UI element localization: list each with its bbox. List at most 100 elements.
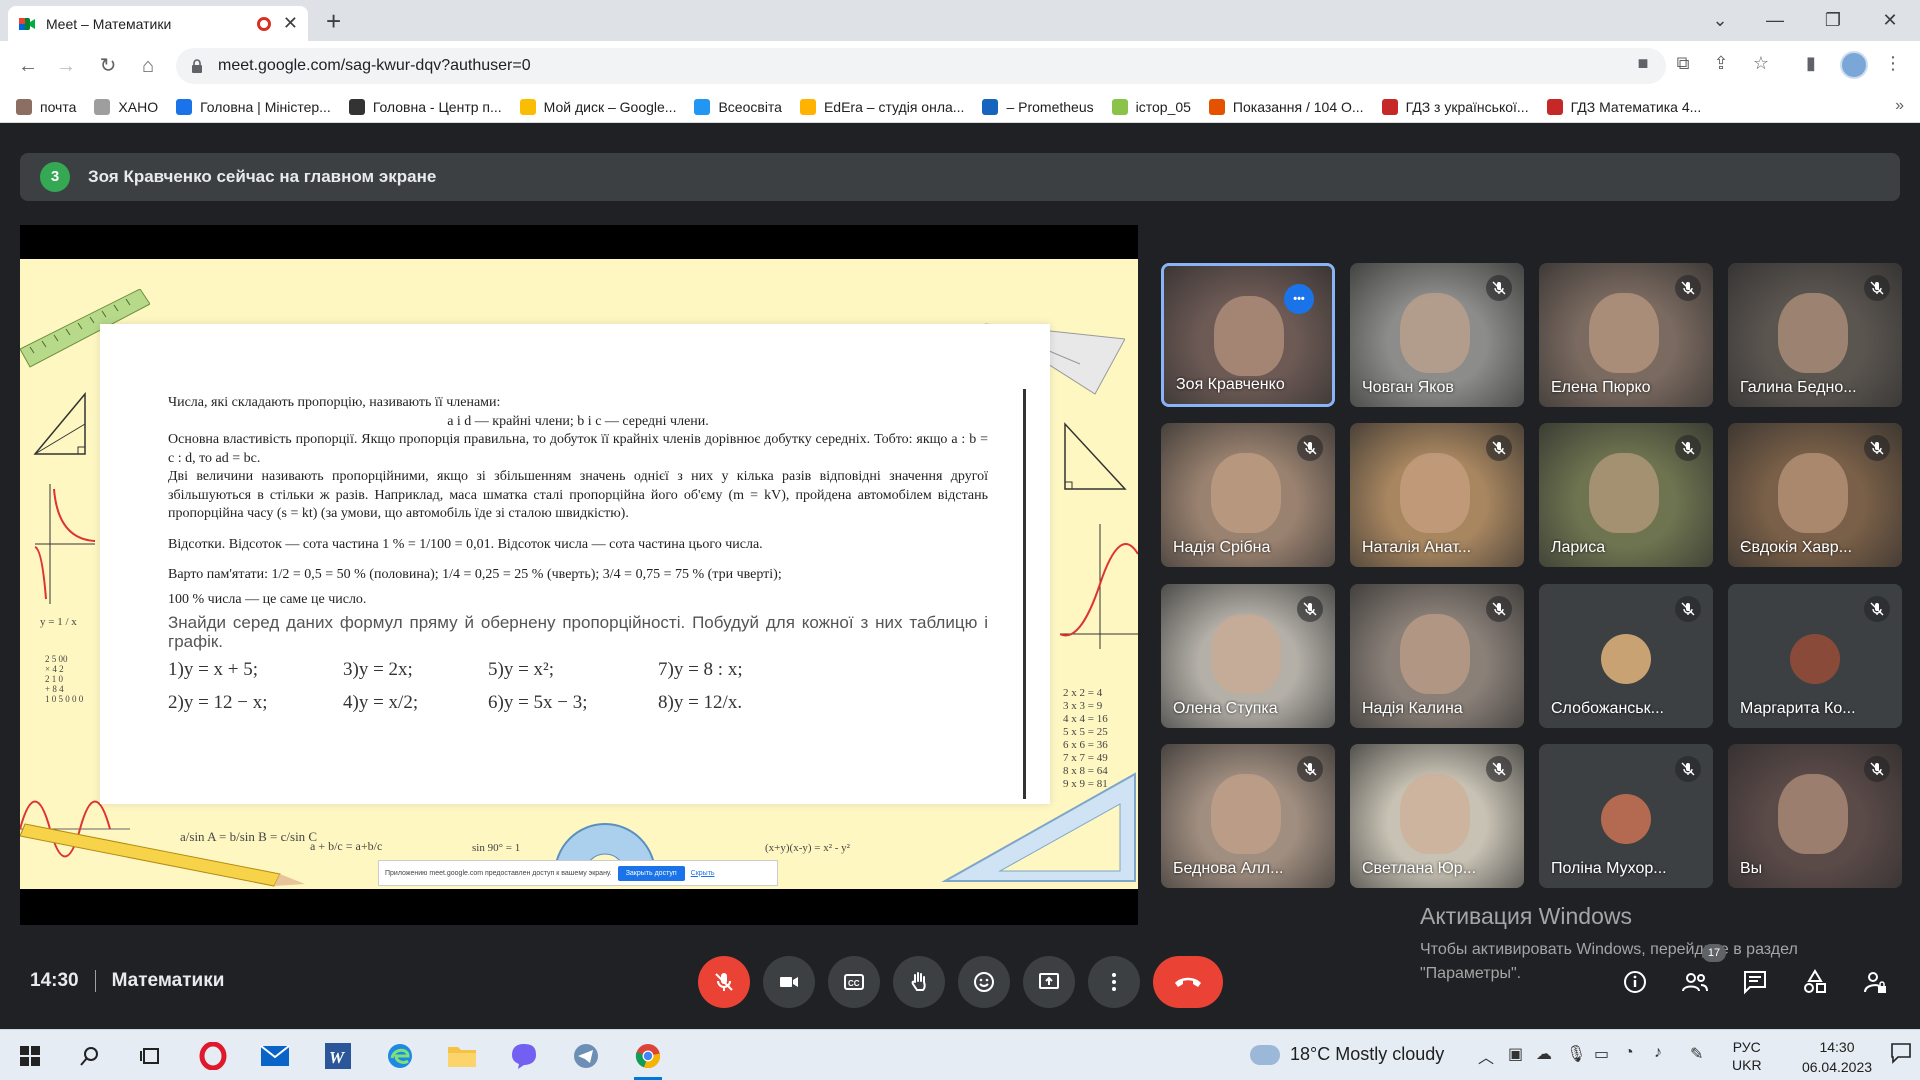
telegram-app[interactable] — [568, 1038, 604, 1074]
side-panel-icon[interactable]: ▮ — [1798, 53, 1824, 74]
mic-off-button[interactable] — [698, 956, 750, 1008]
svg-text:W: W — [329, 1048, 346, 1067]
forward-button[interactable]: → — [52, 52, 80, 80]
bookmark-item[interactable]: ГДЗ з української... — [1381, 98, 1529, 115]
chrome-menu-icon[interactable]: ⋮ — [1880, 53, 1906, 74]
opera-app[interactable] — [195, 1038, 231, 1074]
bookmark-item[interactable]: Показання / 104 О... — [1208, 98, 1364, 115]
participant-tile[interactable]: Беднова Алл... — [1161, 744, 1335, 888]
sine-law-formula: a/sin A = b/sin B = c/sin C — [180, 829, 318, 844]
pen-icon[interactable]: ✎ — [1690, 1044, 1703, 1064]
bookmark-item[interactable]: EdEra – студія онла... — [799, 98, 964, 115]
raise-hand-button[interactable] — [893, 956, 945, 1008]
camera-button[interactable] — [763, 956, 815, 1008]
bookmark-item[interactable]: Головна | Міністер... — [176, 98, 331, 115]
hide-banner-link[interactable]: Скрыть — [691, 870, 715, 877]
notification-center-icon[interactable] — [1890, 1042, 1912, 1069]
participant-tile[interactable]: Наталія Анат... — [1350, 423, 1524, 567]
bookmark-item[interactable]: почта — [16, 98, 76, 115]
volume-icon[interactable]: ♪ — [1654, 1044, 1662, 1062]
wifi-icon[interactable]: ◔ — [1624, 1044, 1634, 1062]
bookmark-star-icon[interactable]: ☆ — [1748, 53, 1774, 74]
participant-tile[interactable]: Светлана Юр... — [1350, 744, 1524, 888]
chat-button[interactable] — [1737, 964, 1773, 1000]
file-explorer-app[interactable] — [444, 1038, 480, 1074]
weather-widget[interactable]: 18°C Mostly cloudy — [1246, 1038, 1444, 1065]
more-vert-icon — [1112, 973, 1116, 991]
bookmark-item[interactable]: істор_05 — [1111, 98, 1191, 115]
bookmark-item[interactable]: – Prometheus — [982, 98, 1094, 115]
chrome-app[interactable] — [630, 1038, 666, 1080]
presentation-view[interactable]: y = 1 / x 2 5 00 × 4 2 2 1 0 + 8 4 1 0 5… — [20, 225, 1138, 925]
bookmark-item[interactable]: Всеосвіта — [694, 98, 782, 115]
tray-app-icon[interactable]: ▣ — [1508, 1044, 1523, 1064]
host-controls-button[interactable] — [1857, 964, 1893, 1000]
participant-name: Маргарита Ко... — [1740, 700, 1856, 717]
minimize-button[interactable]: — — [1755, 6, 1795, 34]
viber-app[interactable] — [506, 1038, 542, 1074]
restore-button[interactable]: ❐ — [1813, 6, 1853, 34]
mail-app[interactable] — [257, 1038, 293, 1074]
address-bar[interactable]: meet.google.com/sag-kwur-dqv?authuser=0 — [176, 48, 1666, 84]
edge-app[interactable] — [382, 1038, 418, 1074]
participant-tile[interactable]: ••• Зоя Кравченко — [1161, 263, 1335, 407]
battery-icon[interactable]: ▭ — [1594, 1044, 1609, 1064]
word-app[interactable]: W — [320, 1038, 356, 1074]
microphone-tray-icon[interactable]: 🎙 — [1566, 1044, 1586, 1064]
stop-sharing-button[interactable]: Закрыть доступ — [617, 865, 685, 881]
participant-tile[interactable]: Галина Бедно... — [1728, 263, 1902, 407]
participant-tile[interactable]: Євдокія Хавр... — [1728, 423, 1902, 567]
participant-tile[interactable]: Елена Пюрко — [1539, 263, 1713, 407]
participant-tile[interactable]: Слобожанськ... — [1539, 584, 1713, 728]
watermark-title: Активация Windows — [1420, 903, 1632, 929]
more-bookmarks-button[interactable]: » — [1895, 97, 1904, 115]
back-button[interactable]: ← — [14, 52, 42, 80]
close-tab-icon[interactable]: ✕ — [283, 13, 298, 34]
participant-tile[interactable]: Олена Ступка — [1161, 584, 1335, 728]
search-button[interactable] — [72, 1038, 108, 1074]
participant-tile[interactable]: Поліна Мухор... — [1539, 744, 1713, 888]
tile-more-options-icon[interactable]: ••• — [1284, 284, 1314, 314]
shapes-icon — [1804, 969, 1826, 993]
participant-tile[interactable]: Надія Срібна — [1161, 423, 1335, 567]
watermark-line-1: Чтобы активировать Windows, перейдите в … — [1420, 941, 1798, 958]
taskbar-clock[interactable]: 14:30 06.04.2023 — [1792, 1037, 1882, 1077]
start-button[interactable] — [12, 1038, 48, 1074]
onedrive-icon[interactable]: ☁ — [1536, 1044, 1552, 1064]
participant-tile[interactable]: Маргарита Ко... — [1728, 584, 1902, 728]
bookmark-item[interactable]: ГДЗ Математика 4... — [1546, 98, 1701, 115]
meeting-details-button[interactable] — [1617, 964, 1653, 1000]
pencil-icon — [20, 823, 305, 887]
more-options-button[interactable] — [1088, 956, 1140, 1008]
tray-chevron-icon[interactable]: ︿ — [1478, 1044, 1494, 1068]
leave-call-button[interactable] — [1153, 956, 1223, 1008]
new-tab-button[interactable]: + — [326, 6, 341, 36]
captions-icon: CC — [844, 974, 864, 990]
captions-button[interactable]: CC — [828, 956, 880, 1008]
participant-tile[interactable]: Човган Яков — [1350, 263, 1524, 407]
participant-tile[interactable]: Лариса — [1539, 423, 1713, 567]
participant-tile[interactable]: Надія Калина — [1350, 584, 1524, 728]
profile-avatar[interactable] — [1840, 51, 1868, 79]
activities-button[interactable] — [1797, 964, 1833, 1000]
close-window-button[interactable]: ✕ — [1870, 6, 1910, 34]
reload-button[interactable]: ↻ — [94, 52, 122, 80]
bookmark-item[interactable]: ХАНО — [94, 98, 158, 115]
bookmark-item[interactable]: Мой диск – Google... — [519, 98, 676, 115]
open-in-new-icon[interactable]: ⧉ — [1670, 53, 1696, 74]
meeting-name[interactable]: Математики — [112, 970, 225, 992]
reactions-button[interactable] — [958, 956, 1010, 1008]
tab-search-icon[interactable]: ⌄ — [1700, 6, 1740, 34]
task-view-button[interactable] — [132, 1038, 168, 1074]
home-button[interactable]: ⌂ — [134, 52, 162, 80]
browser-tab-meet[interactable]: Meet – Математики ✕ — [8, 6, 308, 41]
present-screen-button[interactable] — [1023, 956, 1075, 1008]
bookmark-label: Всеосвіта — [718, 98, 782, 115]
camera-in-use-icon[interactable]: ■ — [1630, 53, 1656, 74]
bookmark-item[interactable]: Головна - Центр п... — [348, 98, 502, 115]
participant-tile[interactable]: Вы — [1728, 744, 1902, 888]
sin90-formula: sin 90° = 1 — [472, 842, 521, 854]
share-icon[interactable]: ⇪ — [1708, 53, 1734, 74]
language-indicator[interactable]: РУС UKR — [1732, 1038, 1762, 1074]
participants-button[interactable] — [1677, 964, 1713, 1000]
